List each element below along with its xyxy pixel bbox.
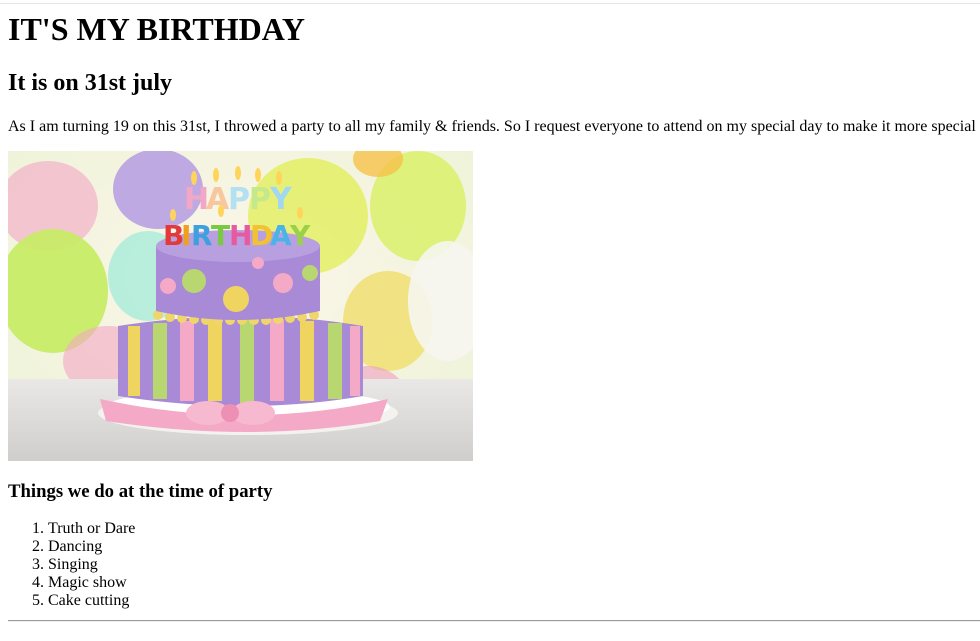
svg-text:A: A (270, 219, 292, 252)
list-item: Magic show (48, 574, 135, 592)
activities-heading: Things we do at the time of party (8, 481, 273, 502)
svg-text:A: A (206, 182, 230, 217)
svg-text:R: R (191, 219, 213, 252)
svg-text:P: P (228, 182, 250, 217)
intro-paragraph: As I am turning 19 on this 31st, I throw… (8, 118, 976, 135)
birthday-date-heading: It is on 31st july (8, 70, 173, 96)
list-item: Cake cutting (48, 592, 135, 610)
list-item: Dancing (48, 538, 135, 556)
svg-text:Y: Y (269, 182, 293, 217)
svg-text:T: T (211, 219, 230, 252)
horizontal-rule (8, 620, 980, 622)
birthday-cake-image: H A P P Y B I R T H D A Y (8, 151, 473, 461)
activities-list: Truth or Dare Dancing Singing Magic show… (8, 520, 135, 610)
list-item: Singing (48, 556, 135, 574)
svg-text:P: P (249, 182, 271, 217)
top-border (0, 3, 980, 4)
svg-text:H: H (229, 219, 252, 252)
list-item: Truth or Dare (48, 520, 135, 538)
svg-text:Y: Y (289, 219, 311, 252)
page-title: IT'S MY BIRTHDAY (8, 11, 306, 47)
svg-text:I: I (181, 219, 191, 252)
